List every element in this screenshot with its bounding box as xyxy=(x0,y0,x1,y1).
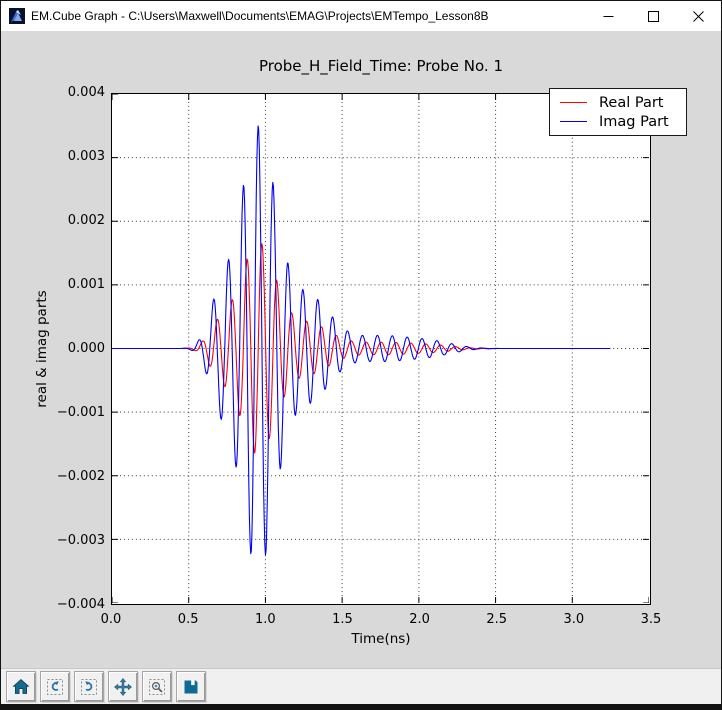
x-tick-label: 2.0 xyxy=(400,612,440,627)
legend-item-imag: Imag Part xyxy=(560,112,678,131)
legend-item-real: Real Part xyxy=(560,93,678,112)
navigation-toolbar xyxy=(1,668,721,704)
x-tick-label: 1.0 xyxy=(245,612,285,627)
y-tick-label: −0.004 xyxy=(43,597,105,612)
y-tick-label: −0.001 xyxy=(43,405,105,420)
pan-icon xyxy=(113,677,133,697)
legend-line-imag xyxy=(560,121,587,122)
pan-button[interactable] xyxy=(108,671,138,702)
forward-icon xyxy=(79,677,99,697)
window-bottom-edge xyxy=(1,704,721,710)
plot-title: Probe_H_Field_Time: Probe No. 1 xyxy=(111,57,651,75)
app-icon xyxy=(9,8,25,24)
x-tick-label: 2.5 xyxy=(477,612,517,627)
x-tick-label: 0.0 xyxy=(91,612,131,627)
x-tick-label: 1.5 xyxy=(322,612,362,627)
zoom-rect-icon xyxy=(147,677,167,697)
window-title: EM.Cube Graph - C:\Users\Maxwell\Documen… xyxy=(31,9,586,23)
app-window: EM.Cube Graph - C:\Users\Maxwell\Documen… xyxy=(0,0,722,710)
y-tick-label: 0.003 xyxy=(43,149,105,164)
back-icon xyxy=(45,677,65,697)
y-tick-label: 0.000 xyxy=(43,341,105,356)
home-button[interactable] xyxy=(6,671,36,702)
legend: Real Part Imag Part xyxy=(549,88,687,136)
maximize-button[interactable] xyxy=(631,1,676,31)
x-axis-label: Time(ns) xyxy=(111,631,651,647)
x-tick-label: 3.5 xyxy=(631,612,671,627)
forward-button[interactable] xyxy=(74,671,104,702)
x-tick-label: 3.0 xyxy=(554,612,594,627)
save-button[interactable] xyxy=(176,671,206,702)
y-tick-label: 0.002 xyxy=(43,213,105,228)
close-icon xyxy=(693,11,704,22)
legend-label-imag: Imag Part xyxy=(599,114,669,130)
home-icon xyxy=(11,677,31,697)
y-tick-label: 0.001 xyxy=(43,277,105,292)
minimize-button[interactable] xyxy=(586,1,631,31)
x-tick-label: 0.5 xyxy=(168,612,208,627)
y-tick-label: −0.002 xyxy=(43,469,105,484)
maximize-icon xyxy=(648,11,659,22)
close-button[interactable] xyxy=(676,1,721,31)
save-icon xyxy=(181,677,201,697)
zoom-to-rect-button[interactable] xyxy=(142,671,172,702)
legend-line-real xyxy=(560,102,587,103)
y-tick-label: −0.003 xyxy=(43,533,105,548)
figure-canvas: Probe_H_Field_Time: Probe No. 1 real & i… xyxy=(1,31,721,668)
back-button[interactable] xyxy=(40,671,70,702)
plot-axes[interactable] xyxy=(111,93,651,605)
legend-label-real: Real Part xyxy=(599,95,664,111)
minimize-icon xyxy=(603,11,614,22)
y-tick-label: 0.004 xyxy=(43,85,105,100)
title-bar: EM.Cube Graph - C:\Users\Maxwell\Documen… xyxy=(1,1,721,31)
plot-svg xyxy=(112,94,649,603)
